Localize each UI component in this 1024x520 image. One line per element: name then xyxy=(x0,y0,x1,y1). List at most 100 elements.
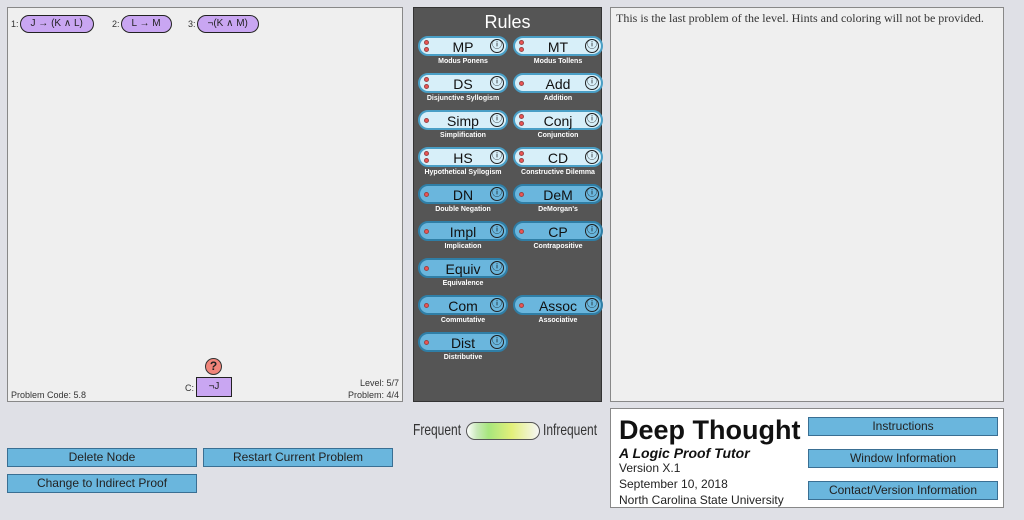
rule-name: Com xyxy=(448,298,478,314)
input-count-icon xyxy=(519,77,525,91)
rule-assoc[interactable]: Assoc ⓘ Associative xyxy=(513,295,603,330)
rule-button[interactable]: MT ⓘ xyxy=(513,36,603,56)
premise-node[interactable]: ¬(K ∧ M) xyxy=(196,15,259,33)
info-icon[interactable]: ⓘ xyxy=(490,261,504,275)
input-count-icon xyxy=(519,225,525,239)
info-icon[interactable]: ⓘ xyxy=(490,298,504,312)
rule-mp[interactable]: MP ⓘ Modus Ponens xyxy=(418,36,508,71)
indirect-proof-button[interactable]: Change to Indirect Proof xyxy=(7,474,197,493)
rule-button[interactable]: Simp ⓘ xyxy=(418,110,508,130)
premise-number: 2: xyxy=(112,19,120,29)
premise-3[interactable]: 3: ¬(K ∧ M) xyxy=(188,15,259,33)
problem-code: Problem Code: 5.8 xyxy=(11,390,87,400)
rule-equiv[interactable]: Equiv ⓘ Equivalence xyxy=(418,258,508,293)
input-count-icon xyxy=(424,114,430,128)
input-count-icon xyxy=(424,336,430,350)
rule-description: Commutative xyxy=(440,317,486,324)
rule-simp[interactable]: Simp ⓘ Simplification xyxy=(418,110,508,145)
rule-button[interactable]: MP ⓘ xyxy=(418,36,508,56)
rule-name: Dist xyxy=(450,335,476,351)
premise-node[interactable]: J → (K ∧ L) xyxy=(19,15,94,33)
delete-node-button[interactable]: Delete Node xyxy=(7,448,197,467)
info-icon[interactable]: ⓘ xyxy=(585,76,599,90)
infrequent-label: Infrequent xyxy=(543,422,598,439)
input-count-icon xyxy=(519,40,525,54)
rule-com[interactable]: Com ⓘ Commutative xyxy=(418,295,508,330)
app-title: Deep Thought xyxy=(619,415,801,445)
contact-version-button[interactable]: Contact/Version Information xyxy=(808,481,998,500)
restart-problem-button[interactable]: Restart Current Problem xyxy=(203,448,393,467)
rule-button[interactable]: DN ⓘ xyxy=(418,184,508,204)
conclusion-node[interactable]: ¬J xyxy=(196,377,232,397)
rules-title: Rules xyxy=(484,12,531,32)
rule-button[interactable]: Dist ⓘ xyxy=(418,332,508,352)
input-count-icon xyxy=(424,299,430,313)
rule-hs[interactable]: HS ⓘ Hypothetical Syllogism xyxy=(418,147,508,182)
rule-description: Conjunction xyxy=(537,132,579,139)
rule-mt[interactable]: MT ⓘ Modus Tollens xyxy=(513,36,603,71)
info-icon[interactable]: ⓘ xyxy=(490,113,504,127)
rule-button[interactable]: HS ⓘ xyxy=(418,147,508,167)
input-count-icon xyxy=(424,262,430,276)
rule-cp[interactable]: CP ⓘ Contrapositive xyxy=(513,221,603,256)
instructions-button[interactable]: Instructions xyxy=(808,417,998,436)
input-count-icon xyxy=(519,299,525,313)
rule-button[interactable]: Assoc ⓘ xyxy=(513,295,603,315)
premise-1[interactable]: 1: J → (K ∧ L) xyxy=(11,15,94,33)
rule-button[interactable]: Com ⓘ xyxy=(418,295,508,315)
rule-button[interactable]: Equiv ⓘ xyxy=(418,258,508,278)
rule-name: Assoc xyxy=(538,298,578,314)
info-icon[interactable]: ⓘ xyxy=(490,76,504,90)
premise-2[interactable]: 2: L → M xyxy=(112,15,172,33)
info-icon[interactable]: ⓘ xyxy=(490,150,504,164)
info-icon[interactable]: ⓘ xyxy=(585,150,599,164)
rule-name: HS xyxy=(453,150,473,166)
rule-description: Modus Tollens xyxy=(533,58,583,65)
rule-description: Modus Ponens xyxy=(438,58,488,65)
rule-button[interactable]: Add ⓘ xyxy=(513,73,603,93)
info-icon[interactable]: ⓘ xyxy=(490,335,504,349)
input-count-icon xyxy=(424,188,430,202)
rule-button[interactable]: CD ⓘ xyxy=(513,147,603,167)
rule-description: Associative xyxy=(538,317,578,324)
info-icon[interactable]: ⓘ xyxy=(490,224,504,238)
info-icon[interactable]: ⓘ xyxy=(585,187,599,201)
info-icon[interactable]: ⓘ xyxy=(490,39,504,53)
rule-description: Hypothetical Syllogism xyxy=(424,169,502,176)
date-text: September 10, 2018 xyxy=(619,477,728,491)
info-icon[interactable]: ⓘ xyxy=(585,113,599,127)
rule-name: Equiv xyxy=(445,261,481,277)
info-icon[interactable]: ⓘ xyxy=(585,224,599,238)
version-text: Version X.1 xyxy=(619,461,681,475)
rule-description: Contrapositive xyxy=(533,243,583,250)
premise-node[interactable]: L → M xyxy=(120,15,172,33)
rule-dem[interactable]: DeM ⓘ DeMorgan's xyxy=(513,184,603,219)
rule-name: Add xyxy=(545,76,571,92)
proof-workspace[interactable]: 1: J → (K ∧ L) 2: L → M 3: ¬(K ∧ M) ? C:… xyxy=(7,7,403,402)
rule-impl[interactable]: Impl ⓘ Implication xyxy=(418,221,508,256)
hint-text: This is the last problem of the level. H… xyxy=(616,11,984,25)
rule-dn[interactable]: DN ⓘ Double Negation xyxy=(418,184,508,219)
info-icon[interactable]: ⓘ xyxy=(490,187,504,201)
rule-button[interactable]: DeM ⓘ xyxy=(513,184,603,204)
rule-add[interactable]: Add ⓘ Addition xyxy=(513,73,603,108)
info-icon[interactable]: ⓘ xyxy=(585,39,599,53)
rule-button[interactable]: CP ⓘ xyxy=(513,221,603,241)
rule-ds[interactable]: DS ⓘ Disjunctive Syllogism xyxy=(418,73,508,108)
rule-conj[interactable]: Conj ⓘ Conjunction xyxy=(513,110,603,145)
rule-description: Double Negation xyxy=(435,206,491,213)
rule-description: Addition xyxy=(543,95,573,102)
rule-button[interactable]: Impl ⓘ xyxy=(418,221,508,241)
input-count-icon xyxy=(424,77,430,91)
rule-button[interactable]: DS ⓘ xyxy=(418,73,508,93)
window-information-button[interactable]: Window Information xyxy=(808,449,998,468)
help-icon[interactable]: ? xyxy=(205,358,222,375)
rule-name: Impl xyxy=(449,224,477,240)
rule-dist[interactable]: Dist ⓘ Distributive xyxy=(418,332,508,367)
info-icon[interactable]: ⓘ xyxy=(585,298,599,312)
rule-cd[interactable]: CD ⓘ Constructive Dilemma xyxy=(513,147,603,182)
rule-name: Simp xyxy=(447,113,479,129)
rule-button[interactable]: Conj ⓘ xyxy=(513,110,603,130)
university-text: North Carolina State University xyxy=(619,493,784,507)
rule-description: Implication xyxy=(444,243,482,250)
